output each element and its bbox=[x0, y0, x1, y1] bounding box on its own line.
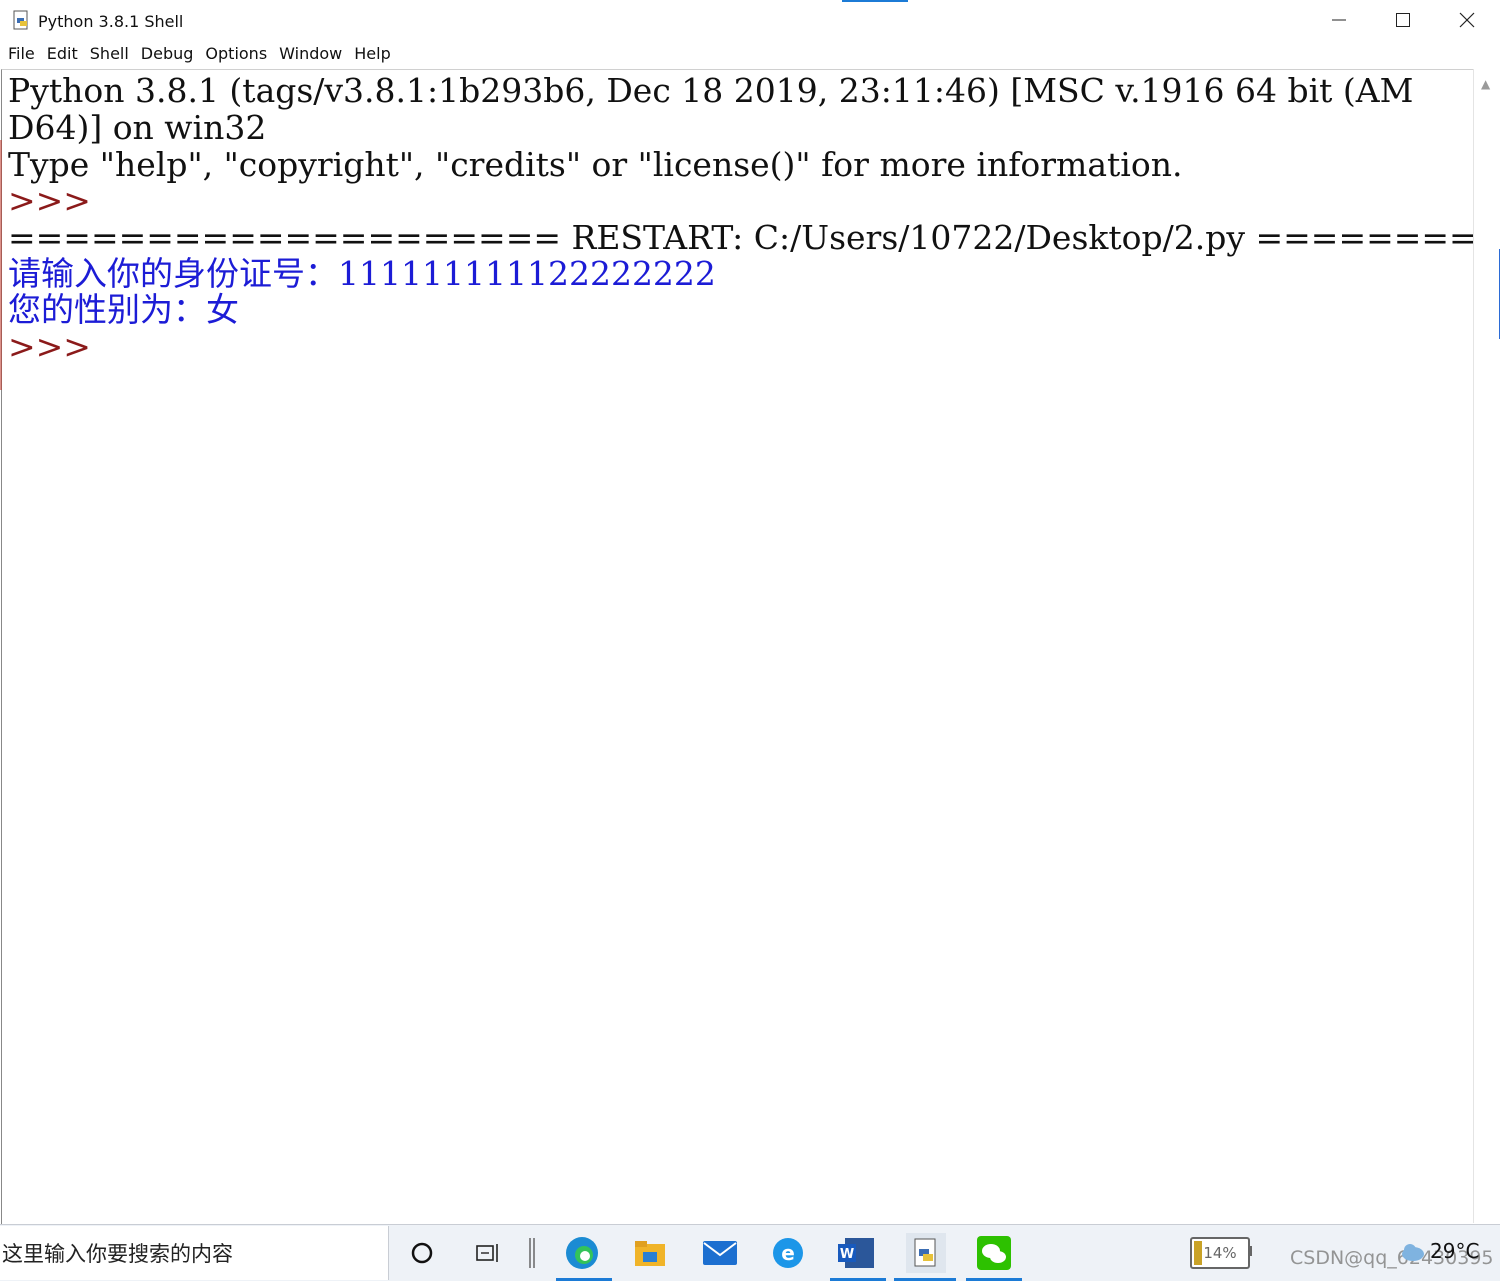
window-title: Python 3.8.1 Shell bbox=[38, 11, 184, 31]
vertical-scrollbar[interactable]: ▲ bbox=[1473, 69, 1500, 1223]
output-line-gender: 您的性别为：女 bbox=[8, 290, 239, 329]
menu-bar: File Edit Shell Debug Options Window Hel… bbox=[0, 40, 1500, 68]
taskbar: 这里输入你要搜索的内容 e W 14% CSDN@qq_62430395 29°… bbox=[0, 1224, 1500, 1281]
divider-icon bbox=[512, 1233, 552, 1273]
battery-tip bbox=[1248, 1246, 1252, 1256]
python-idle-icon bbox=[12, 10, 32, 32]
minimize-icon bbox=[1332, 19, 1346, 21]
menu-window[interactable]: Window bbox=[273, 40, 348, 68]
file-explorer-icon[interactable] bbox=[630, 1233, 670, 1273]
battery-percent: 14% bbox=[1203, 1244, 1237, 1262]
left-margin-marker bbox=[0, 140, 2, 390]
menu-edit[interactable]: Edit bbox=[41, 40, 84, 68]
task-view-icon[interactable] bbox=[468, 1233, 508, 1273]
menu-debug[interactable]: Debug bbox=[135, 40, 200, 68]
shell-text-area[interactable]: Python 3.8.1 (tags/v3.8.1:1b293b6, Dec 1… bbox=[1, 69, 1474, 1224]
banner-line-2: D64)] on win32 bbox=[8, 108, 267, 147]
shell-prompt-2[interactable]: >>> bbox=[8, 328, 91, 365]
restart-line: ==================== RESTART: C:/Users/1… bbox=[8, 218, 1474, 257]
cloud-icon bbox=[1402, 1244, 1424, 1261]
maximize-icon bbox=[1396, 13, 1410, 27]
menu-file[interactable]: File bbox=[0, 40, 41, 68]
minimize-button[interactable] bbox=[1308, 4, 1370, 36]
battery-indicator[interactable]: 14% bbox=[1190, 1237, 1250, 1269]
search-placeholder: 这里输入你要搜索的内容 bbox=[2, 1242, 233, 1266]
word-icon[interactable]: W bbox=[836, 1233, 876, 1273]
svg-text:W: W bbox=[840, 1247, 854, 1262]
title-accent-line bbox=[842, 0, 908, 2]
weather-widget[interactable]: 29°C bbox=[1400, 1239, 1479, 1263]
menu-options[interactable]: Options bbox=[199, 40, 273, 68]
cortana-circle-icon[interactable] bbox=[402, 1233, 442, 1273]
menu-shell[interactable]: Shell bbox=[84, 40, 135, 68]
title-area: Python 3.8.1 Shell bbox=[12, 8, 183, 34]
close-button[interactable] bbox=[1436, 4, 1498, 36]
shell-prompt-1: >>> bbox=[8, 181, 91, 220]
banner-line-1: Python 3.8.1 (tags/v3.8.1:1b293b6, Dec 1… bbox=[8, 71, 1414, 110]
ie-browser-icon[interactable]: e bbox=[768, 1233, 808, 1273]
python-idle-taskbar-icon[interactable] bbox=[906, 1233, 946, 1273]
wechat-icon[interactable] bbox=[974, 1233, 1014, 1273]
taskbar-search-box[interactable]: 这里输入你要搜索的内容 bbox=[0, 1226, 389, 1280]
close-icon bbox=[1459, 12, 1475, 28]
window-title-bar: Python 3.8.1 Shell bbox=[0, 0, 1500, 40]
scroll-up-arrow-icon[interactable]: ▲ bbox=[1481, 77, 1490, 91]
mail-icon[interactable] bbox=[700, 1233, 740, 1273]
svg-text:e: e bbox=[781, 1241, 795, 1265]
banner-line-3: Type "help", "copyright", "credits" or "… bbox=[8, 145, 1183, 184]
menu-help[interactable]: Help bbox=[348, 40, 396, 68]
maximize-button[interactable] bbox=[1372, 4, 1434, 36]
output-line-id-input: 请输入你的身份证号：111111111122222222 bbox=[8, 254, 716, 293]
temperature-text: 29°C bbox=[1430, 1239, 1480, 1263]
edge-browser-icon[interactable] bbox=[562, 1233, 602, 1273]
